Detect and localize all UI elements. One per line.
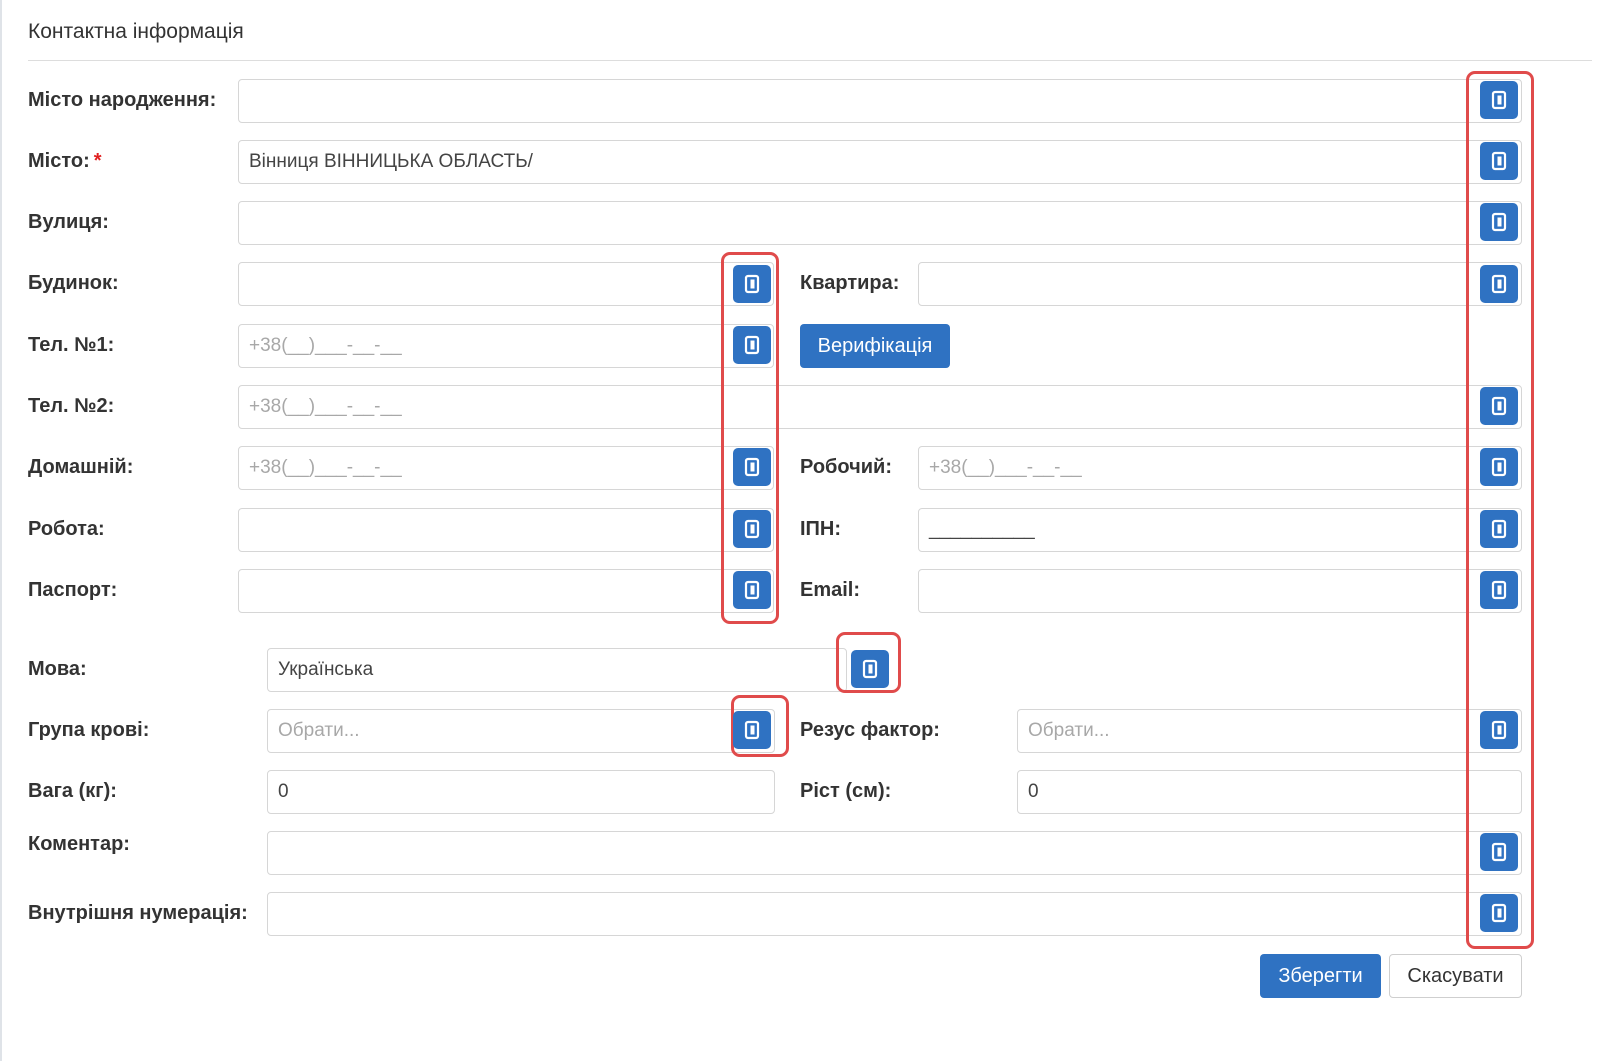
copy-home-phone-button[interactable] [733,448,771,486]
city-label: Місто: * [28,150,102,173]
cancel-button[interactable]: Скасувати [1389,954,1522,998]
tax-id-input[interactable]: __________ [918,508,1522,552]
copy-language-button[interactable] [851,650,889,688]
copy-icon [1488,89,1510,111]
copy-phone2-button[interactable] [1480,387,1518,425]
copy-icon [741,273,763,295]
phone2-input[interactable]: +38(__)___-__-__ [238,385,1522,429]
language-label: Мова: [28,658,87,680]
internal-number-input[interactable] [267,892,1522,936]
copy-icon [741,579,763,601]
copy-birth-city-button[interactable] [1480,81,1518,119]
copy-apartment-button[interactable] [1480,265,1518,303]
copy-icon [859,658,881,680]
copy-tax-id-button[interactable] [1480,510,1518,548]
comment-input[interactable] [267,831,1522,875]
copy-rh-factor-button[interactable] [1480,711,1518,749]
work-phone-label: Робочий: [800,456,892,478]
copy-blood-group-button[interactable] [733,711,771,749]
city-label-text: Місто: [28,150,90,172]
copy-icon [1488,518,1510,540]
language-select[interactable]: Українська [267,648,847,692]
phone1-label: Тел. №1: [28,334,115,356]
copy-icon [741,719,763,741]
work-phone-input[interactable]: +38(__)___-__-__ [918,446,1522,490]
copy-city-button[interactable] [1480,142,1518,180]
copy-email-button[interactable] [1480,571,1518,609]
copy-street-button[interactable] [1480,203,1518,241]
highlight-frame-middle-column [721,252,779,624]
passport-label: Паспорт: [28,579,118,601]
email-label: Email: [800,579,861,601]
home-phone-input[interactable]: +38(__)___-__-__ [238,446,774,490]
tax-id-label: ІПН: [800,518,842,540]
apartment-input[interactable] [918,262,1522,306]
house-input[interactable] [238,262,774,306]
weight-label: Вага (кг): [28,780,117,802]
copy-icon [1488,211,1510,233]
copy-comment-button[interactable] [1480,833,1518,871]
internal-number-label: Внутрішня нумерація: [28,902,248,924]
work-label: Робота: [28,518,105,540]
phone2-label: Тел. №2: [28,395,115,417]
passport-input[interactable] [238,569,774,613]
weight-input[interactable]: 0 [267,770,775,814]
copy-icon [741,518,763,540]
copy-work-phone-button[interactable] [1480,448,1518,486]
section-divider [28,60,1592,61]
blood-group-label: Група крові: [28,719,150,741]
height-input[interactable]: 0 [1017,770,1522,814]
copy-icon [741,334,763,356]
copy-icon [1488,719,1510,741]
comment-label: Коментар: [28,833,130,855]
rh-factor-select[interactable]: Обрати... [1017,709,1522,753]
section-title: Контактна інформація [28,20,244,43]
page-left-border [0,0,2,1061]
street-input[interactable] [238,201,1522,245]
home-phone-label: Домашній: [28,456,134,478]
phone1-input[interactable]: +38(__)___-__-__ [238,324,774,368]
copy-icon [1488,273,1510,295]
height-label: Ріст (см): [800,780,892,802]
copy-icon [1488,395,1510,417]
house-label: Будинок: [28,272,119,294]
required-mark: * [93,150,102,172]
birth-city-label: Місто народження: [28,89,217,111]
rh-factor-label: Резус фактор: [800,719,940,741]
copy-icon [1488,579,1510,601]
apartment-label: Квартира: [800,272,900,294]
copy-icon [1488,150,1510,172]
copy-internal-number-button[interactable] [1480,894,1518,932]
copy-icon [1488,902,1510,924]
copy-icon [1488,841,1510,863]
street-label: Вулиця: [28,211,109,233]
email-input[interactable] [918,569,1522,613]
save-button[interactable]: Зберегти [1260,954,1381,998]
copy-passport-button[interactable] [733,571,771,609]
copy-phone1-button[interactable] [733,326,771,364]
copy-icon [741,456,763,478]
work-input[interactable] [238,508,774,552]
verify-button[interactable]: Верифікація [800,324,950,368]
copy-house-button[interactable] [733,265,771,303]
copy-icon [1488,456,1510,478]
blood-group-select[interactable]: Обрати... [267,709,775,753]
city-input[interactable]: Вінниця ВІННИЦЬКА ОБЛАСТЬ/ [238,140,1522,184]
birth-city-input[interactable] [238,79,1522,123]
copy-work-button[interactable] [733,510,771,548]
